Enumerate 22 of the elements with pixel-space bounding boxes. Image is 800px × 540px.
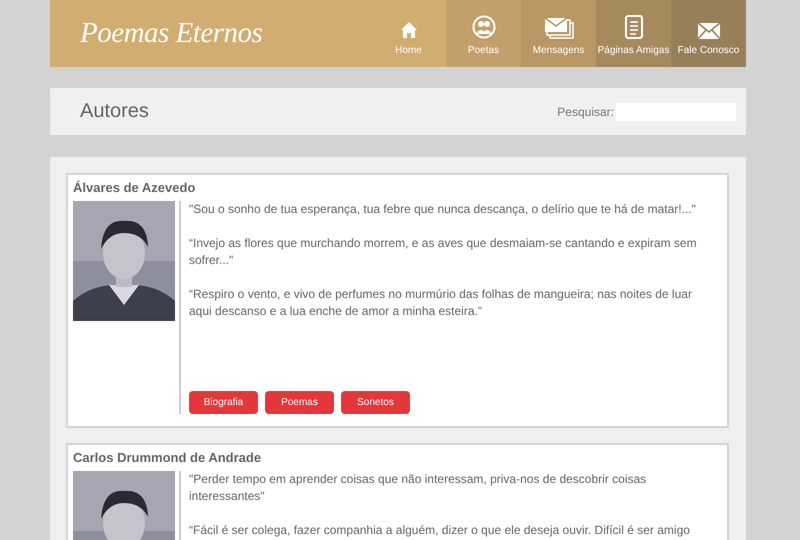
author-button[interactable]: Sonetos	[341, 391, 410, 414]
author-button[interactable]: Biografia	[189, 391, 258, 414]
document-icon	[624, 15, 642, 39]
quote-text: “Invejo as flores que murchando morrem, e as aves que desmaiam-se cantando e expiram sem sofrer..."	[189, 235, 698, 269]
author-name: Álvares de Azevedo	[73, 180, 196, 195]
quote-text: "Perder tempo em aprender coisas que não interessam, priva-nos de descobrir coisas interessantes"	[189, 471, 648, 505]
quote-text: “Fácil é ser colega, fazer companhia a alguém, dizer o que ele deseja ouvir. Difícil é ser amigo	[189, 522, 691, 539]
author-button[interactable]: Poemas	[265, 391, 334, 414]
people-icon	[472, 15, 496, 39]
nav-link[interactable]: Poetas	[446, 0, 521, 67]
page-title: Autores	[80, 100, 149, 123]
site-logo[interactable]: Poemas Eternos	[80, 17, 262, 50]
home-icon	[400, 21, 418, 39]
mail-stack-icon	[544, 17, 574, 39]
quote-text: "Sou o sonho de tua esperança, tua febre que nunca descança, o delírio que te há de matar!..."	[189, 201, 697, 218]
quote-text: “Respiro o vento, e vivo de perfumes no murmúrio das folhas de mangueira; nas noites de luar aqui descanso e a lua enche de amor a minha esteira.”	[189, 286, 693, 320]
nav-link[interactable]: Mensagens	[521, 0, 596, 67]
nav-link[interactable]: Fale Conosco	[671, 0, 746, 67]
author-name: Carlos Drummond de Andrade	[73, 450, 262, 465]
search-label: Pesquisar:	[557, 104, 614, 118]
nav-link[interactable]: Páginas Amigas	[596, 0, 671, 67]
envelope-icon	[698, 23, 720, 39]
